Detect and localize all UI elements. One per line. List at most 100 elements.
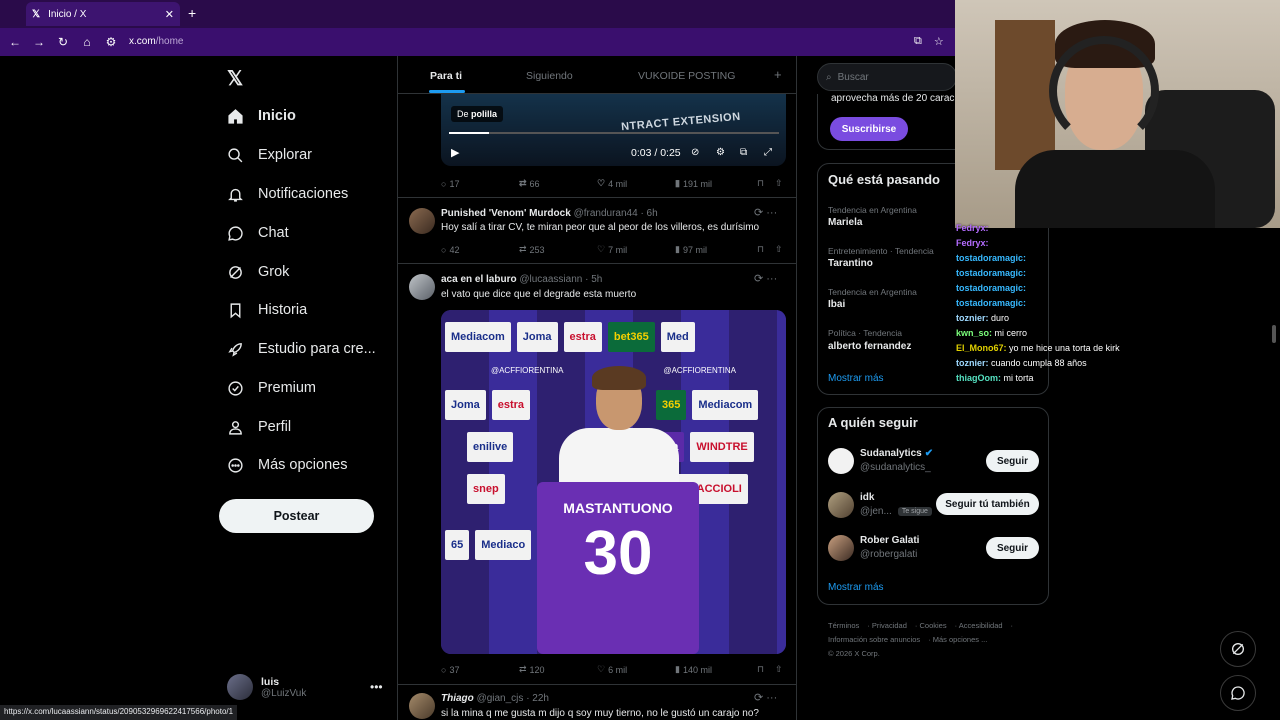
author-name[interactable]: aca en el laburo (441, 274, 517, 285)
reply-button[interactable]: ○ 37 (441, 664, 519, 675)
footer-link[interactable]: Más opciones ... (933, 635, 988, 644)
repost-count: 66 (529, 178, 540, 189)
avatar[interactable] (828, 448, 854, 474)
search-input[interactable]: ⌕ Buscar (817, 63, 957, 91)
reload-icon[interactable]: ↻ (51, 35, 75, 49)
avatar[interactable] (409, 274, 435, 300)
url-field[interactable]: x.com/home (129, 36, 183, 47)
tab-list[interactable]: VUKOIDE POSTING (638, 70, 735, 82)
site-info-icon[interactable]: ⚙ (99, 35, 123, 49)
show-more-follow-link[interactable]: Mostrar más (828, 582, 884, 593)
messages-button[interactable] (1220, 675, 1256, 711)
cast-icon[interactable]: ⧉ (914, 35, 922, 48)
nav-explore[interactable]: Explorar (227, 139, 312, 171)
mute-icon[interactable]: ⊘ (691, 147, 699, 158)
follow-back-button[interactable]: Seguir tú también (936, 493, 1039, 515)
chat-user: tostadoramagic: (956, 298, 1027, 308)
new-tab-button[interactable]: + (188, 5, 196, 21)
more-icon[interactable]: ⟳ ··· (754, 272, 777, 285)
post-time[interactable]: · 22h (526, 693, 549, 704)
author-handle[interactable]: @gian_cjs (477, 693, 524, 704)
badge-name[interactable]: polilla (471, 109, 497, 119)
nav-profile[interactable]: Perfil (227, 411, 291, 443)
forward-icon[interactable]: → (27, 35, 51, 49)
like-button[interactable]: ♡ 4 mil (597, 178, 675, 189)
back-icon[interactable]: ← (3, 35, 27, 49)
post-button[interactable]: Postear (219, 499, 374, 533)
play-icon[interactable]: ▶ (451, 146, 459, 159)
like-button[interactable]: ♡ 6 mil (597, 664, 675, 675)
author-name[interactable]: Punished 'Venom' Murdock (441, 208, 571, 219)
pip-icon[interactable]: ⧉ (740, 147, 747, 158)
account-switcher[interactable]: luis @LuizVuk (227, 674, 306, 700)
add-tab-icon[interactable]: + (774, 67, 782, 82)
like-button[interactable]: ♡ 7 mil (597, 244, 675, 255)
avatar[interactable] (409, 693, 435, 719)
tab-following[interactable]: Siguiendo (526, 70, 573, 82)
browser-tab[interactable]: 𝕏 Inicio / X ✕ (26, 2, 180, 26)
subscribe-button[interactable]: Suscribirse (830, 117, 908, 141)
settings-icon[interactable]: ⚙ (716, 147, 725, 158)
reply-button[interactable]: ○ 42 (441, 244, 519, 255)
more-icon[interactable]: ⟳ ··· (754, 206, 777, 219)
tab-for-you[interactable]: Para ti (430, 70, 462, 82)
fullscreen-icon[interactable]: ⤢ (764, 147, 772, 158)
avatar[interactable] (828, 535, 854, 561)
footer-link[interactable]: Privacidad (872, 621, 907, 630)
scrollbar[interactable] (1272, 325, 1276, 343)
author-name[interactable]: Thiago (441, 693, 474, 704)
bookmark-icon[interactable]: ⊓ (757, 178, 775, 189)
follow-button[interactable]: Seguir (986, 450, 1039, 472)
footer-link[interactable]: Información sobre anuncios (828, 635, 920, 644)
author-handle[interactable]: @lucaassiann (519, 274, 582, 285)
views-button[interactable]: ▮ 191 mil (675, 178, 757, 189)
footer-link[interactable]: Términos (828, 621, 859, 630)
home-icon[interactable]: ⌂ (75, 35, 99, 49)
x-logo-icon[interactable]: 𝕏 (227, 66, 243, 91)
share-icon[interactable]: ⇧ (775, 178, 783, 189)
bookmark-icon[interactable]: ⊓ (757, 664, 775, 675)
views-button[interactable]: ▮ 140 mil (675, 664, 757, 675)
video-progress[interactable] (449, 132, 779, 134)
more-icon[interactable]: ••• (370, 680, 383, 694)
follow-name[interactable]: idk (860, 492, 874, 503)
close-tab-icon[interactable]: ✕ (165, 8, 174, 21)
views-button[interactable]: ▮ 97 mil (675, 244, 757, 255)
avatar[interactable] (828, 492, 854, 518)
post-photo[interactable]: Mediacom Joma estra bet365 Med @ACFFIORE… (441, 310, 786, 654)
nav-notifications[interactable]: Notificaciones (227, 178, 348, 210)
bookmark-star-icon[interactable]: ☆ (934, 35, 944, 48)
repost-button[interactable]: ⇄ 253 (519, 244, 597, 255)
nav-premium[interactable]: Premium (227, 372, 316, 404)
nav-grok[interactable]: Grok (227, 256, 289, 288)
trend-item[interactable]: Tarantino (828, 258, 873, 269)
show-more-trends-link[interactable]: Mostrar más (828, 373, 884, 384)
more-icon[interactable]: ⟳ ··· (754, 691, 777, 704)
chat-user: tostadoramagic: (956, 268, 1027, 278)
post-time[interactable]: · 6h (640, 208, 657, 219)
nav-more[interactable]: Más opciones (227, 449, 347, 481)
nav-chat[interactable]: Chat (227, 217, 289, 249)
footer-link[interactable]: Accesibilidad (959, 621, 1003, 630)
reply-button[interactable]: ○ 17 (441, 178, 519, 189)
bookmark-icon[interactable]: ⊓ (757, 244, 775, 255)
follow-name[interactable]: Rober Galati (860, 535, 919, 546)
trend-item[interactable]: Mariela (828, 217, 862, 228)
share-icon[interactable]: ⇧ (775, 664, 783, 675)
post-time[interactable]: · 5h (585, 274, 602, 285)
grok-button[interactable] (1220, 631, 1256, 667)
author-handle[interactable]: @franduran44 (574, 208, 638, 219)
share-icon[interactable]: ⇧ (775, 244, 783, 255)
repost-button[interactable]: ⇄ 66 (519, 178, 597, 189)
trend-item[interactable]: Ibai (828, 299, 845, 310)
nav-bookmarks[interactable]: Historia (227, 294, 307, 326)
follow-name[interactable]: Sudanalytics ✔ (860, 448, 933, 459)
repost-button[interactable]: ⇄ 120 (519, 664, 597, 675)
video-player[interactable]: NTRACT EXTENSION De polilla ▶ 0:03 / 0:2… (441, 94, 786, 166)
nav-creator-studio[interactable]: Estudio para cre... (227, 333, 376, 365)
nav-home[interactable]: Inicio (227, 100, 296, 132)
trend-item[interactable]: alberto fernandez (828, 341, 911, 352)
footer-link[interactable]: Cookies (919, 621, 946, 630)
avatar[interactable] (409, 208, 435, 234)
follow-button[interactable]: Seguir (986, 537, 1039, 559)
